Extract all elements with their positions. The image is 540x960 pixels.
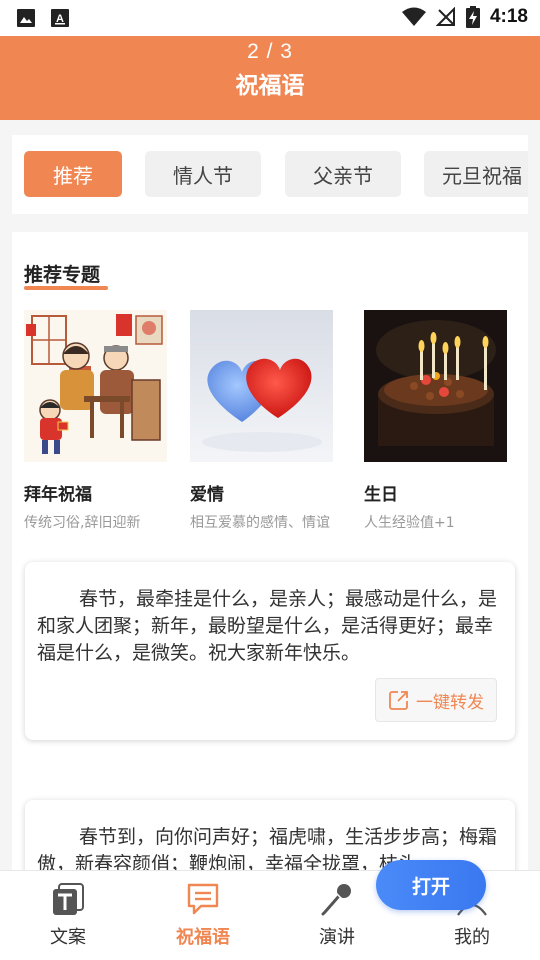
page-title: 祝福语	[235, 73, 305, 99]
nav-item-copywriting[interactable]: 文案	[18, 881, 118, 949]
category-tabs: 推荐 情人节 父亲节 元旦祝福	[12, 135, 528, 214]
page-indicator: 2 / 3	[247, 40, 293, 63]
main-content: 推荐专题 拜年祝福 传统习俗,辞旧迎新 爱情 相互爱慕的感情、情谊 生日 人生经…	[12, 232, 528, 872]
section-title: 推荐专题	[24, 264, 101, 286]
topic-name: 生日	[364, 485, 398, 505]
open-button[interactable]: 打开	[376, 860, 486, 910]
topic-card-birthday[interactable]: 生日 人生经验值+1	[364, 310, 509, 531]
wish-text: 春节，最牵挂是什么，是亲人；最感动是什么，是和家人团聚；新年，最盼望是什么，是活…	[37, 588, 498, 664]
status-bar: A 4:18	[0, 0, 540, 36]
share-icon	[389, 691, 408, 710]
birthday-cake-image	[364, 310, 507, 462]
new-year-illustration	[24, 310, 167, 462]
status-right: 4:18	[401, 6, 528, 28]
nav-label: 演讲	[319, 927, 355, 948]
topic-desc: 传统习俗,辞旧迎新	[24, 515, 141, 531]
tab-recommend[interactable]: 推荐	[24, 151, 122, 197]
image-notification-icon	[17, 9, 35, 27]
nav-item-speech[interactable]: 演讲	[287, 881, 387, 949]
love-hearts-image	[190, 310, 333, 462]
nav-item-wishes[interactable]: 祝福语	[153, 881, 253, 949]
tab-fathers-day[interactable]: 父亲节	[285, 151, 401, 197]
section-underline	[24, 286, 108, 290]
tab-new-year-wishes[interactable]: 元旦祝福	[424, 151, 528, 197]
share-label: 一键转发	[416, 692, 484, 713]
wifi-icon	[401, 7, 426, 26]
topic-desc: 人生经验值+1	[364, 515, 455, 531]
share-button[interactable]: 一键转发	[375, 678, 497, 722]
topic-card-new-year[interactable]: 拜年祝福 传统习俗,辞旧迎新	[24, 310, 169, 531]
nav-label: 文案	[50, 927, 86, 948]
nav-label: 我的	[454, 927, 490, 948]
microphone-icon	[321, 884, 351, 916]
battery-charging-icon	[465, 6, 480, 28]
topic-desc: 相互爱慕的感情、情谊	[190, 515, 330, 531]
status-time: 4:18	[489, 6, 528, 27]
topic-name: 爱情	[190, 485, 224, 505]
text-document-icon	[53, 883, 84, 915]
nav-label: 祝福语	[176, 927, 230, 948]
topic-card-love[interactable]: 爱情 相互爱慕的感情、情谊	[190, 310, 335, 531]
page-header: 2 / 3 祝福语	[0, 36, 540, 120]
status-left-icons: A	[16, 8, 70, 28]
wish-card: 春节，最牵挂是什么，是亲人；最感动是什么，是和家人团聚；新年，最盼望是什么，是活…	[25, 562, 515, 740]
tab-valentines-day[interactable]: 情人节	[145, 151, 261, 197]
topic-name: 拜年祝福	[24, 485, 92, 505]
text-notification-icon: A	[51, 9, 69, 27]
no-signal-icon	[435, 7, 455, 26]
message-icon	[187, 883, 219, 915]
